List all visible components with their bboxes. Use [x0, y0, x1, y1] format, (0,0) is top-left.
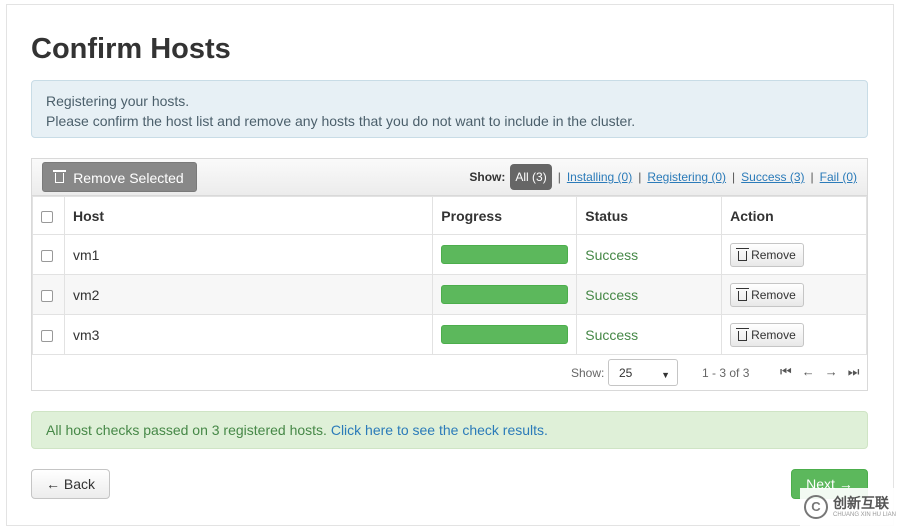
- back-button[interactable]: ← Back: [31, 469, 110, 499]
- status-filters: Show: All (3) | Installing (0) | Registe…: [469, 163, 857, 191]
- remove-host-label: Remove: [751, 247, 796, 262]
- filter-separator: |: [638, 170, 642, 184]
- header-host: Host: [63, 196, 434, 235]
- checks-alert: All host checks passed on 3 registered h…: [31, 411, 868, 449]
- row-checkbox[interactable]: [41, 289, 53, 302]
- remove-host-label: Remove: [751, 327, 796, 342]
- watermark-text: 创新互联 CHUANG XIN HU LIAN: [833, 495, 896, 519]
- page-size-label: Show:: [571, 366, 605, 380]
- hosts-table: Host Progress Status Action vm1 Success …: [32, 196, 867, 355]
- progress-bar: [441, 285, 569, 304]
- info-line-2: Please confirm the host list and remove …: [46, 113, 636, 129]
- remove-selected-label: Remove Selected: [73, 170, 184, 186]
- info-line-1: Registering your hosts.: [46, 93, 190, 109]
- remove-host-label: Remove: [751, 287, 796, 302]
- table-header-row: Host Progress Status Action: [32, 196, 867, 235]
- page-range: 1 - 3 of 3: [702, 366, 750, 380]
- filter-show-label: Show:: [469, 170, 506, 184]
- host-status: Success: [576, 314, 723, 355]
- filter-installing[interactable]: Installing (0): [567, 170, 632, 184]
- watermark-sub: CHUANG XIN HU LIAN: [833, 512, 897, 518]
- watermark: C 创新互联 CHUANG XIN HU LIAN: [800, 488, 897, 526]
- host-status: Success: [576, 234, 723, 275]
- first-page-icon[interactable]: ⏮: [780, 364, 792, 380]
- header-status: Status: [576, 196, 723, 235]
- header-progress: Progress: [432, 196, 578, 235]
- next-page-icon[interactable]: →: [825, 364, 838, 380]
- progress-bar: [441, 245, 569, 264]
- select-all-checkbox[interactable]: [41, 210, 53, 223]
- remove-host-button[interactable]: Remove: [730, 242, 804, 267]
- table-row: vm3 Success Remove: [32, 314, 867, 355]
- filter-separator: |: [810, 170, 814, 184]
- brand-logo-icon: C: [804, 495, 828, 519]
- trash-icon: [53, 170, 67, 183]
- watermark-main: 创新互联: [833, 495, 889, 511]
- caret-down-icon: ▼: [661, 370, 670, 380]
- progress-bar: [441, 325, 569, 344]
- prev-page-icon[interactable]: ←: [802, 364, 815, 380]
- row-checkbox[interactable]: [41, 249, 53, 262]
- hosts-panel: Remove Selected Show: All (3) | Installi…: [31, 158, 868, 391]
- table-row: vm2 Success Remove: [32, 274, 867, 315]
- filter-separator: |: [557, 170, 561, 184]
- filter-registering[interactable]: Registering (0): [647, 170, 726, 184]
- row-checkbox[interactable]: [41, 329, 53, 342]
- header-action: Action: [721, 196, 867, 235]
- page-size-select[interactable]: 25 ▼: [608, 359, 678, 386]
- remove-host-button[interactable]: Remove: [730, 322, 804, 347]
- filter-all[interactable]: All (3): [510, 164, 552, 190]
- filter-fail[interactable]: Fail (0): [820, 170, 857, 184]
- filter-separator: |: [732, 170, 736, 184]
- select-all-cell: [32, 196, 65, 235]
- last-page-icon[interactable]: ⏭: [848, 364, 860, 380]
- page-size-value: 25: [619, 366, 633, 380]
- remove-host-button[interactable]: Remove: [730, 282, 804, 307]
- host-name: vm2: [63, 274, 434, 315]
- hosts-toolbar: Remove Selected Show: All (3) | Installi…: [32, 159, 867, 196]
- trash-icon: [736, 247, 750, 261]
- remove-selected-button[interactable]: Remove Selected: [42, 162, 197, 192]
- filter-success[interactable]: Success (3): [741, 170, 804, 184]
- host-name: vm3: [63, 314, 434, 355]
- info-alert: Registering your hosts. Please confirm t…: [31, 80, 868, 138]
- page-title: Confirm Hosts: [31, 33, 231, 65]
- trash-icon: [736, 327, 750, 341]
- host-status: Success: [576, 274, 723, 315]
- pager-controls: ⏮ ← → ⏭: [780, 364, 859, 380]
- checks-alert-text: All host checks passed on 3 registered h…: [46, 422, 327, 438]
- table-row: vm1 Success Remove: [32, 234, 867, 275]
- check-results-link[interactable]: Click here to see the check results.: [331, 422, 548, 438]
- trash-icon: [736, 287, 750, 301]
- host-name: vm1: [63, 234, 434, 275]
- pagination-bar: Show: 25 ▼ 1 - 3 of 3 ⏮ ← → ⏭: [32, 354, 867, 390]
